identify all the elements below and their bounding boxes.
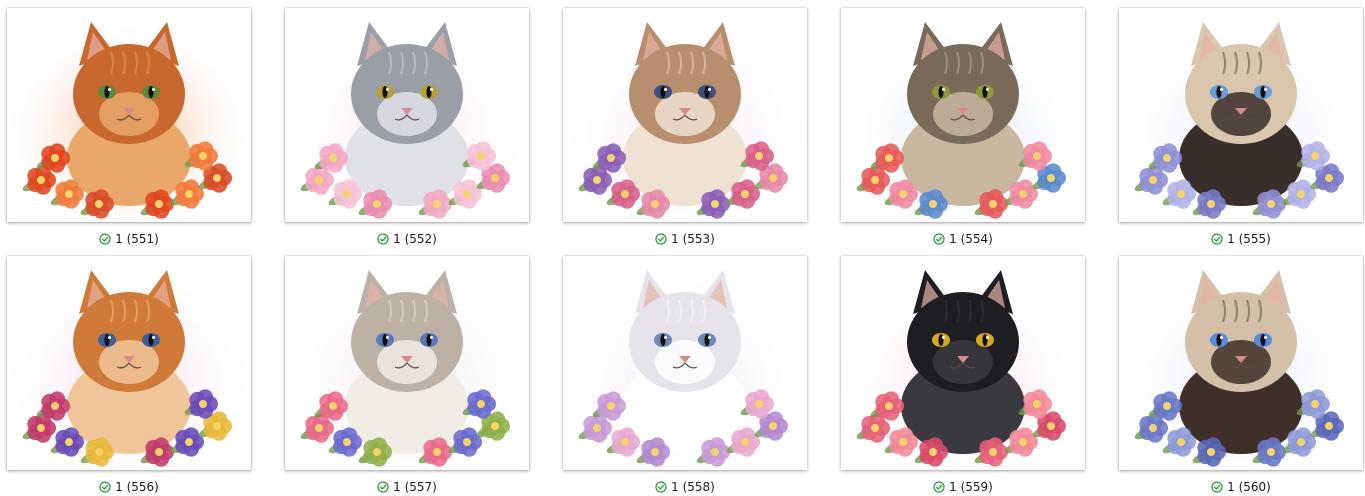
sync-check-icon — [1211, 481, 1223, 493]
black-cat — [901, 270, 1025, 454]
sync-check-icon — [933, 233, 945, 245]
file-name: 1 (555) — [1227, 232, 1271, 246]
thumbnail-image[interactable] — [7, 256, 251, 470]
white-persian-cat — [623, 270, 747, 454]
file-name: 1 (557) — [393, 480, 437, 494]
orange-tabby-cat — [67, 270, 191, 454]
thumbnail-image[interactable] — [1119, 8, 1363, 222]
file-caption[interactable]: 1 (556) — [7, 478, 251, 496]
sync-check-icon — [99, 481, 111, 493]
file-caption[interactable]: 1 (552) — [285, 230, 529, 248]
sync-check-icon — [1211, 233, 1223, 245]
file-name: 1 (553) — [671, 232, 715, 246]
file-name: 1 (551) — [115, 232, 159, 246]
thumbnail-image[interactable] — [7, 8, 251, 222]
file-name: 1 (559) — [949, 480, 993, 494]
file-name: 1 (552) — [393, 232, 437, 246]
file-tile[interactable]: 1 (556) — [7, 256, 253, 496]
thumbnail-image[interactable] — [285, 256, 529, 470]
thumbnail-image[interactable] — [1119, 256, 1363, 470]
sync-check-icon — [655, 481, 667, 493]
file-caption[interactable]: 1 (551) — [7, 230, 251, 248]
ragdoll-cat — [345, 270, 469, 454]
siamese-cat — [1179, 270, 1303, 454]
siamese-cat — [1179, 22, 1303, 206]
file-tile[interactable]: 1 (559) — [841, 256, 1087, 496]
file-tile[interactable]: 1 (560) — [1119, 256, 1365, 496]
file-grid: 1 (551) 1 (552) 1 (553) 1 (554) 1 (555) 1 (55… — [0, 0, 1365, 496]
file-tile[interactable]: 1 (555) — [1119, 8, 1365, 256]
silver-tabby-cat — [345, 22, 469, 206]
file-tile[interactable]: 1 (551) — [7, 8, 253, 256]
file-name: 1 (554) — [949, 232, 993, 246]
file-caption[interactable]: 1 (559) — [841, 478, 1085, 496]
file-caption[interactable]: 1 (553) — [563, 230, 807, 248]
file-caption[interactable]: 1 (557) — [285, 478, 529, 496]
sync-check-icon — [655, 233, 667, 245]
file-caption[interactable]: 1 (555) — [1119, 230, 1363, 248]
file-caption[interactable]: 1 (554) — [841, 230, 1085, 248]
file-caption[interactable]: 1 (558) — [563, 478, 807, 496]
file-tile[interactable]: 1 (554) — [841, 8, 1087, 256]
file-tile[interactable]: 1 (553) — [563, 8, 809, 256]
file-tile[interactable]: 1 (552) — [285, 8, 531, 256]
sync-check-icon — [377, 481, 389, 493]
file-name: 1 (558) — [671, 480, 715, 494]
file-caption[interactable]: 1 (560) — [1119, 478, 1363, 496]
file-tile[interactable]: 1 (557) — [285, 256, 531, 496]
sync-check-icon — [933, 481, 945, 493]
thumbnail-image[interactable] — [285, 8, 529, 222]
file-name: 1 (560) — [1227, 480, 1271, 494]
file-tile[interactable]: 1 (558) — [563, 256, 809, 496]
sync-check-icon — [377, 233, 389, 245]
thumbnail-image[interactable] — [841, 8, 1085, 222]
sync-check-icon — [99, 233, 111, 245]
thumbnail-image[interactable] — [563, 8, 807, 222]
orange-tabby-cat — [67, 22, 191, 206]
thumbnail-image[interactable] — [563, 256, 807, 470]
file-name: 1 (556) — [115, 480, 159, 494]
thumbnail-image[interactable] — [841, 256, 1085, 470]
cream-tabby-cat — [623, 22, 747, 206]
brown-tabby-cat — [901, 22, 1025, 206]
